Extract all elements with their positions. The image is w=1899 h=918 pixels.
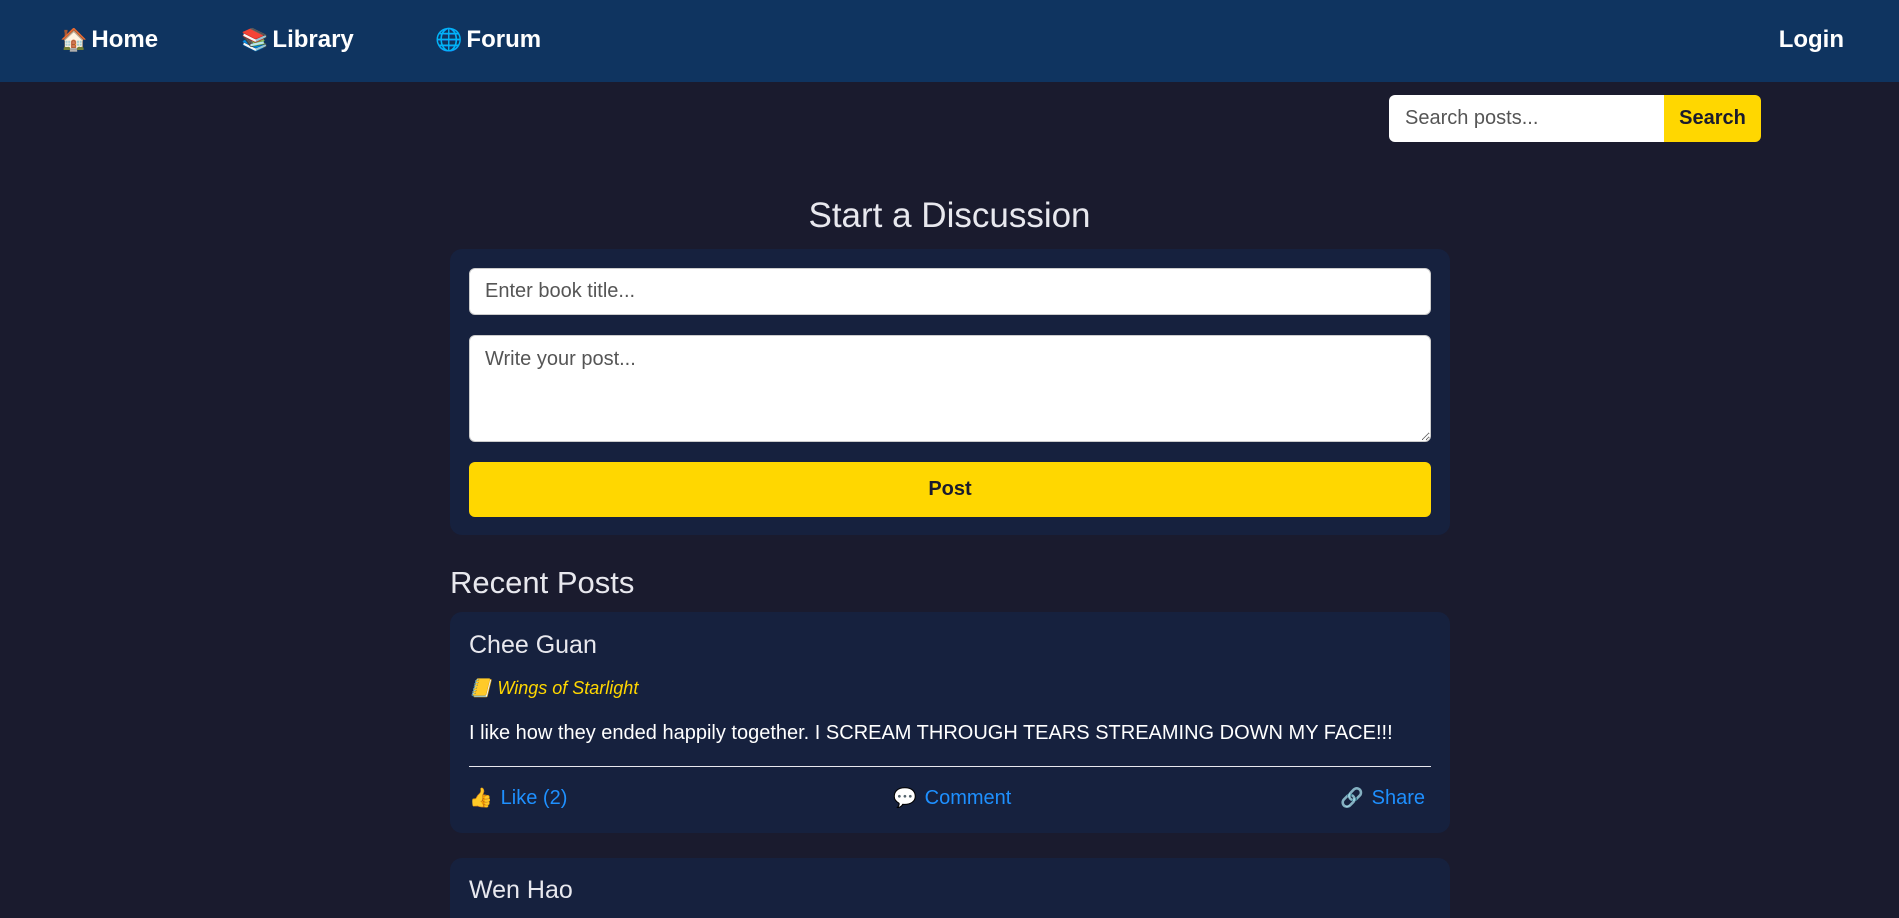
post-card: Wen Hao: [450, 858, 1450, 918]
comment-label: Comment: [924, 786, 1012, 809]
books-icon: 📚: [241, 27, 269, 52]
book-title-input[interactable]: [469, 268, 1431, 315]
notebook-icon: 📒: [469, 678, 492, 698]
nav-home-label: Home: [91, 26, 159, 53]
nav-forum-label: Forum: [466, 26, 542, 53]
globe-icon: 🌐: [435, 27, 463, 52]
share-button[interactable]: 🔗 Share: [1340, 786, 1425, 810]
search-button[interactable]: Search: [1664, 95, 1761, 142]
nav-forum-link[interactable]: 🌐 Forum: [435, 26, 541, 54]
top-navbar: 🏠 Home 📚 Library 🌐 Forum Login: [0, 0, 1899, 82]
page-title: Start a Discussion: [808, 196, 1091, 235]
post-card: Chee Guan 📒 Wings of Starlight I like ho…: [450, 612, 1450, 833]
post-body: I like how they ended happily together. …: [469, 722, 1393, 744]
speech-bubble-icon: 💬: [893, 788, 917, 809]
post-body-textarea[interactable]: [469, 335, 1431, 442]
house-icon: 🏠: [60, 27, 88, 52]
like-label: Like (2): [500, 786, 568, 809]
nav-library-link[interactable]: 📚 Library: [241, 26, 354, 54]
post-author: Wen Hao: [469, 876, 573, 904]
post-book-tag: 📒 Wings of Starlight: [469, 678, 638, 699]
comment-button[interactable]: 💬 Comment: [893, 786, 1011, 810]
post-divider: [469, 766, 1431, 767]
post-submit-button[interactable]: Post: [469, 462, 1431, 517]
login-link[interactable]: Login: [1779, 26, 1844, 54]
link-icon: 🔗: [1340, 788, 1364, 809]
like-button[interactable]: 👍 Like (2): [469, 786, 567, 810]
nav-library-label: Library: [272, 26, 354, 53]
nav-home-link[interactable]: 🏠 Home: [60, 26, 158, 54]
search-input[interactable]: [1389, 95, 1664, 142]
share-label: Share: [1371, 786, 1426, 809]
post-book-title: Wings of Starlight: [497, 678, 639, 698]
search-bar: Search: [1389, 95, 1761, 142]
thumbs-up-icon: 👍: [469, 788, 493, 809]
recent-posts-heading: Recent Posts: [450, 565, 635, 600]
post-author: Chee Guan: [469, 631, 597, 659]
new-post-form: Post: [450, 249, 1450, 535]
